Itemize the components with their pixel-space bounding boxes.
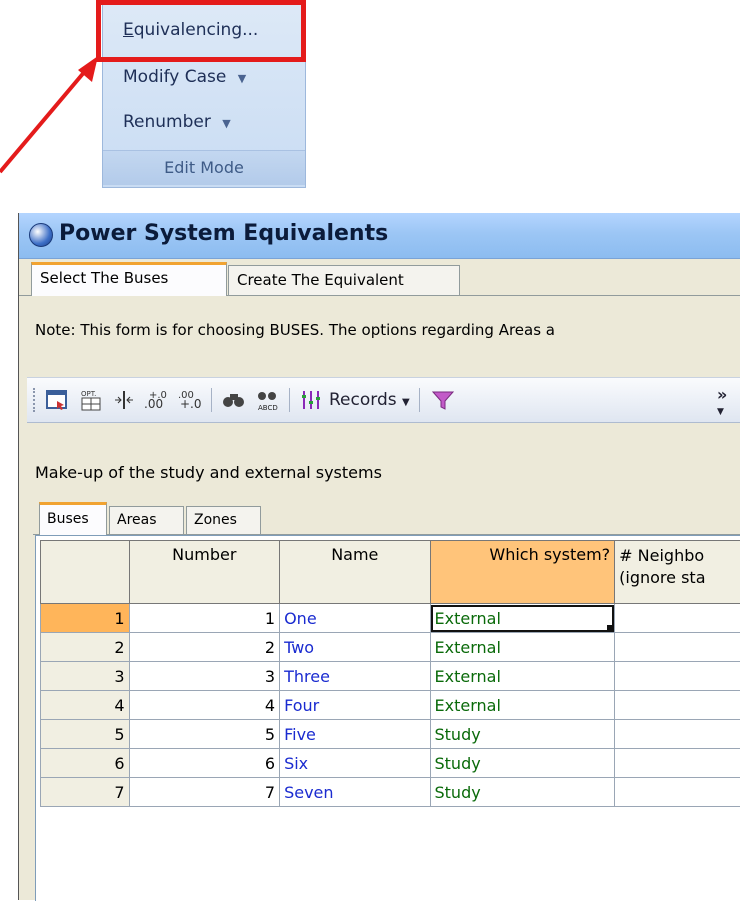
cell-name[interactable]: Five	[280, 720, 430, 749]
cell-number[interactable]: 6	[129, 749, 280, 778]
cell-name[interactable]: Two	[280, 633, 430, 662]
table-row[interactable]: 3 3 Three External	[41, 662, 740, 691]
cell-number[interactable]: 3	[129, 662, 280, 691]
records-label: Records	[329, 390, 397, 410]
neighbors-header-label: # Neighbo	[619, 546, 704, 565]
overflow-icon[interactable]: »▼	[717, 388, 727, 412]
tab-select-the-buses[interactable]: Select The Buses	[31, 262, 227, 296]
cell-which-system[interactable]: External	[430, 633, 615, 662]
cell-which-system[interactable]: Study	[430, 749, 615, 778]
row-header[interactable]: 5	[41, 720, 130, 749]
table-row[interactable]: 5 5 Five Study	[41, 720, 740, 749]
cell-neighbors[interactable]	[615, 720, 740, 749]
cell-neighbors[interactable]	[615, 633, 740, 662]
cell-number[interactable]: 2	[129, 633, 280, 662]
cell-neighbors[interactable]	[615, 749, 740, 778]
row-header[interactable]: 3	[41, 662, 130, 691]
table-row[interactable]: 6 6 Six Study	[41, 749, 740, 778]
tab-create-the-equivalent[interactable]: Create The Equivalent	[228, 265, 460, 295]
cell-number[interactable]: 4	[129, 691, 280, 720]
toolbar-separator	[419, 388, 420, 412]
table-row[interactable]: 4 4 Four External	[41, 691, 740, 720]
cell-name[interactable]: One	[280, 604, 430, 633]
cell-name[interactable]: Seven	[280, 778, 430, 807]
window-title: Power System Equivalents	[59, 221, 388, 246]
toolbar-separator	[289, 388, 290, 412]
chevron-down-icon: ▼	[717, 407, 724, 417]
cell-name[interactable]: Four	[280, 691, 430, 720]
find-abcd-icon[interactable]: ABCD	[255, 388, 283, 412]
table-header-row: Number Name Which system? # Neighbo (igno…	[41, 541, 740, 604]
overflow-glyph: »	[717, 385, 727, 404]
section-label: Make-up of the study and external system…	[35, 463, 382, 482]
cell-neighbors[interactable]	[615, 604, 740, 633]
cell-which-system[interactable]: Study	[430, 720, 615, 749]
chevron-down-icon: ▼	[402, 397, 410, 408]
toolbar: OPT. .00+.0 .00+.0 ABCD Records ▼	[27, 377, 740, 423]
find-icon[interactable]	[221, 388, 247, 412]
select-icon[interactable]	[45, 388, 69, 412]
svg-text:OPT.: OPT.	[81, 390, 96, 398]
column-header-number[interactable]: Number	[129, 541, 280, 604]
svg-text:+.0: +.0	[180, 397, 202, 411]
neighbors-header-subtitle: (ignore sta	[619, 568, 705, 587]
tab-buses[interactable]: Buses	[39, 502, 107, 535]
cell-which-system[interactable]: External	[430, 691, 615, 720]
svg-text:+.0: +.0	[149, 390, 167, 401]
tab-areas[interactable]: Areas	[109, 506, 184, 534]
columns-icon[interactable]	[299, 388, 323, 412]
tab-zones[interactable]: Zones	[186, 506, 261, 534]
increase-decimals-icon[interactable]: .00+.0	[143, 388, 169, 412]
column-header-name[interactable]: Name	[280, 541, 430, 604]
cell-which-system[interactable]: Study	[430, 778, 615, 807]
buses-grid[interactable]: Number Name Which system? # Neighbo (igno…	[35, 535, 740, 901]
cell-which-system[interactable]: External	[430, 604, 615, 633]
main-tabstrip: Select The Buses Create The Equivalent	[19, 259, 740, 296]
grid-corner[interactable]	[41, 541, 130, 604]
options-icon[interactable]: OPT.	[79, 388, 105, 412]
cell-name[interactable]: Six	[280, 749, 430, 778]
buses-table: Number Name Which system? # Neighbo (igno…	[40, 540, 740, 807]
cell-neighbors[interactable]	[615, 778, 740, 807]
cell-number[interactable]: 7	[129, 778, 280, 807]
cell-neighbors[interactable]	[615, 691, 740, 720]
row-header[interactable]: 4	[41, 691, 130, 720]
cell-neighbors[interactable]	[615, 662, 740, 691]
table-row[interactable]: 2 2 Two External	[41, 633, 740, 662]
power-system-equivalents-window: Power System Equivalents Select The Buse…	[18, 213, 740, 900]
cell-number[interactable]: 1	[129, 604, 280, 633]
cell-which-system[interactable]: External	[430, 662, 615, 691]
title-bar[interactable]: Power System Equivalents	[19, 213, 740, 259]
filter-icon[interactable]	[431, 388, 455, 412]
table-row[interactable]: 1 1 One External	[41, 604, 740, 633]
table-row[interactable]: 7 7 Seven Study	[41, 778, 740, 807]
svg-text:ABCD: ABCD	[258, 404, 278, 412]
toolbar-separator	[211, 388, 212, 412]
decrease-decimals-icon[interactable]: .00+.0	[177, 388, 203, 412]
records-dropdown[interactable]: Records ▼	[329, 388, 410, 412]
row-header[interactable]: 7	[41, 778, 130, 807]
row-header[interactable]: 6	[41, 749, 130, 778]
column-header-which-system[interactable]: Which system?	[430, 541, 615, 604]
toolbar-grip[interactable]	[33, 388, 38, 412]
cell-number[interactable]: 5	[129, 720, 280, 749]
form-note: Note: This form is for choosing BUSES. T…	[35, 321, 555, 339]
sub-tabstrip: Buses Areas Zones	[33, 502, 740, 535]
app-icon	[29, 223, 53, 247]
row-header[interactable]: 2	[41, 633, 130, 662]
freeze-column-icon[interactable]	[113, 388, 135, 412]
row-header[interactable]: 1	[41, 604, 130, 633]
column-header-neighbors[interactable]: # Neighbo (ignore sta	[615, 541, 740, 604]
cell-name[interactable]: Three	[280, 662, 430, 691]
